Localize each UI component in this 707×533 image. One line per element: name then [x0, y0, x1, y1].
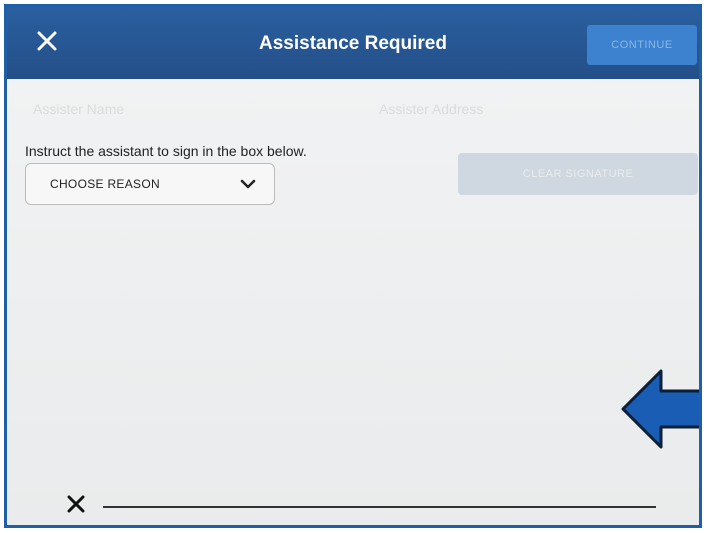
chevron-down-icon — [240, 179, 256, 189]
content-area: Assister Name Assister Address Instruct … — [7, 79, 699, 525]
assister-address-label: Assister Address — [379, 101, 484, 117]
choose-reason-dropdown[interactable]: CHOOSE REASON — [25, 163, 275, 205]
signature-x-icon — [67, 495, 85, 513]
continue-button[interactable]: CONTINUE — [587, 25, 697, 65]
clear-signature-button[interactable]: CLEAR SIGNATURE — [458, 153, 698, 195]
header-bar: Assistance Required CONTINUE — [7, 7, 699, 79]
signature-line[interactable] — [103, 506, 656, 508]
assister-name-label: Assister Name — [33, 101, 125, 117]
screen-frame: Assistance Required CONTINUE Assister Na… — [4, 4, 702, 528]
arrow-left-icon — [621, 369, 699, 449]
reason-select-value: CHOOSE REASON — [50, 177, 160, 191]
instruction-text: Instruct the assistant to sign in the bo… — [25, 143, 307, 159]
